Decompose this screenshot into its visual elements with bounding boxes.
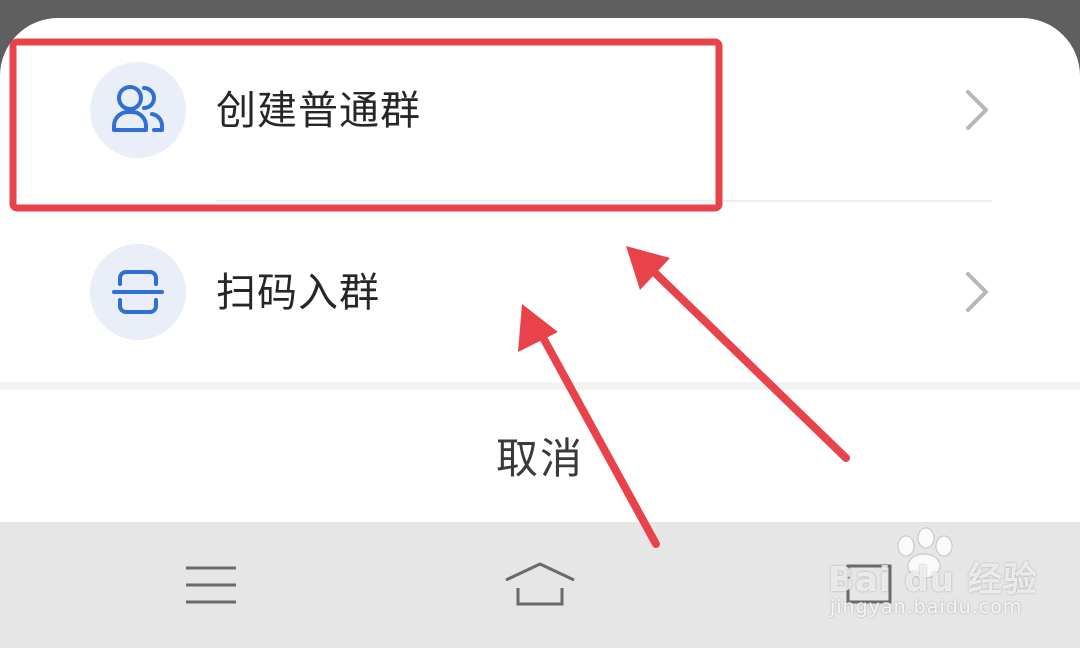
scan-icon (112, 270, 164, 314)
scan-join-group-item[interactable]: 扫码入群 (0, 202, 1080, 382)
home-icon (505, 562, 575, 606)
action-sheet: 创建普通群 扫码入群 取消 (0, 18, 1080, 522)
menu-button[interactable] (160, 522, 260, 648)
create-group-item[interactable]: 创建普通群 (0, 20, 1080, 202)
chevron-right-icon (966, 90, 988, 130)
group-icon (112, 85, 165, 132)
section-divider (0, 382, 1080, 390)
home-button[interactable] (490, 522, 590, 648)
group-icon-circle (90, 62, 186, 158)
create-group-label: 创建普通群 (216, 88, 421, 134)
cancel-button[interactable]: 取消 (0, 432, 1080, 486)
scan-icon-circle (90, 244, 186, 340)
menu-icon (186, 566, 236, 604)
chevron-right-icon (966, 272, 988, 312)
watermark-brand: Bai du 经验 (828, 560, 1038, 600)
watermark-url: jingyan.baidu.com (830, 596, 1023, 618)
scan-join-group-label: 扫码入群 (216, 270, 380, 316)
